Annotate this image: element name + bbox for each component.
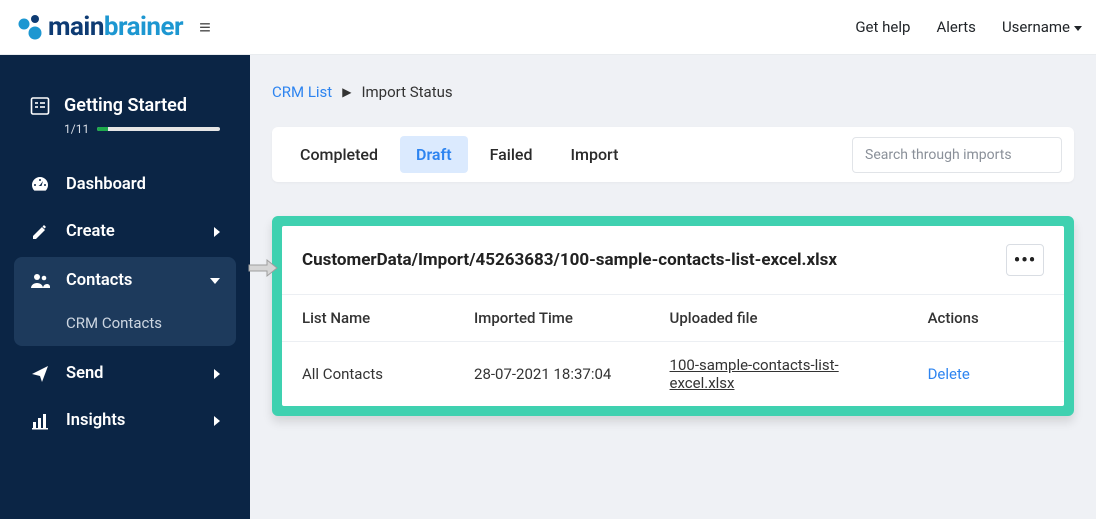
menu-toggle-icon[interactable]: ≡ bbox=[195, 13, 215, 42]
chevron-right-icon: ▶ bbox=[342, 85, 351, 99]
import-file-title: CustomerData/Import/45263683/100-sample-… bbox=[302, 250, 837, 270]
col-actions: Actions bbox=[908, 295, 1064, 342]
top-header: mainbrainer ≡ Get help Alerts Username bbox=[0, 0, 1096, 55]
tabs-bar: Completed Draft Failed Import Search thr… bbox=[272, 127, 1074, 182]
tab-failed[interactable]: Failed bbox=[474, 136, 549, 173]
username-label: Username bbox=[1002, 18, 1070, 36]
dashboard-icon bbox=[30, 174, 50, 194]
chevron-right-icon bbox=[214, 227, 220, 237]
arrow-pointer-icon bbox=[247, 256, 279, 280]
chevron-right-icon bbox=[214, 369, 220, 379]
sidebar-item-label: Insights bbox=[66, 411, 125, 430]
sidebar-group-contacts: Contacts CRM Contacts bbox=[14, 257, 236, 346]
logo-text-main: main bbox=[48, 12, 104, 42]
sidebar-item-send[interactable]: Send bbox=[0, 350, 250, 397]
col-list-name: List Name bbox=[282, 295, 454, 342]
chevron-down-icon bbox=[210, 278, 220, 284]
cell-list-name: All Contacts bbox=[282, 342, 454, 407]
breadcrumb-link-crm-list[interactable]: CRM List bbox=[272, 83, 332, 101]
logo-text-brainer: brainer bbox=[104, 12, 183, 42]
uploaded-file-link[interactable]: 100-sample-contacts-list-excel.xlsx bbox=[670, 356, 839, 392]
chevron-right-icon bbox=[214, 416, 220, 426]
delete-link[interactable]: Delete bbox=[928, 365, 970, 383]
import-file-header: CustomerData/Import/45263683/100-sample-… bbox=[282, 226, 1064, 295]
tab-draft[interactable]: Draft bbox=[400, 136, 468, 173]
sidebar-item-create[interactable]: Create bbox=[0, 208, 250, 255]
search-placeholder: Search through imports bbox=[865, 147, 1012, 163]
sidebar-item-label: Dashboard bbox=[66, 175, 146, 194]
get-help-link[interactable]: Get help bbox=[855, 18, 910, 36]
sidebar-item-insights[interactable]: Insights bbox=[0, 397, 250, 444]
getting-started-label: Getting Started bbox=[64, 95, 187, 116]
sidebar-item-label: Create bbox=[66, 222, 115, 241]
more-actions-button[interactable]: ••• bbox=[1006, 244, 1044, 276]
breadcrumb: CRM List ▶ Import Status bbox=[272, 83, 1074, 101]
username-dropdown[interactable]: Username bbox=[1002, 18, 1082, 36]
cell-imported-time: 28-07-2021 18:37:04 bbox=[454, 342, 650, 407]
checklist-icon bbox=[30, 96, 50, 116]
people-icon bbox=[30, 273, 50, 289]
search-input[interactable]: Search through imports bbox=[852, 137, 1062, 173]
sidebar-item-label: Send bbox=[66, 364, 103, 383]
progress-bar bbox=[97, 127, 220, 131]
sidebar-item-dashboard[interactable]: Dashboard bbox=[0, 160, 250, 208]
logo-dots-icon bbox=[14, 14, 42, 40]
header-right: Get help Alerts Username bbox=[855, 18, 1082, 36]
getting-started-progress-text: 1/11 bbox=[64, 122, 89, 136]
sidebar-subitem-crm-contacts[interactable]: CRM Contacts bbox=[14, 304, 236, 346]
chevron-down-icon bbox=[1074, 26, 1082, 31]
header-left: mainbrainer ≡ bbox=[14, 12, 215, 42]
sidebar-getting-started[interactable]: Getting Started 1/11 bbox=[0, 95, 250, 160]
sidebar-item-contacts[interactable]: Contacts bbox=[14, 257, 236, 304]
pencil-icon bbox=[30, 223, 50, 241]
tab-completed[interactable]: Completed bbox=[284, 136, 394, 173]
sidebar-item-label: Contacts bbox=[66, 271, 132, 290]
col-imported-time: Imported Time bbox=[454, 295, 650, 342]
alerts-link[interactable]: Alerts bbox=[936, 18, 976, 36]
chart-icon bbox=[30, 412, 50, 430]
highlighted-panel: CustomerData/Import/45263683/100-sample-… bbox=[272, 216, 1074, 416]
sidebar: Getting Started 1/11 Dashboard bbox=[0, 55, 250, 519]
logo[interactable]: mainbrainer bbox=[14, 12, 183, 42]
tabs: Completed Draft Failed Import bbox=[284, 136, 634, 173]
breadcrumb-current: Import Status bbox=[361, 83, 452, 101]
tab-import[interactable]: Import bbox=[555, 136, 635, 173]
progress-bar-fill bbox=[97, 127, 108, 131]
main-content: CRM List ▶ Import Status Completed Draft… bbox=[250, 55, 1096, 519]
import-table: List Name Imported Time Uploaded file Ac… bbox=[282, 295, 1064, 406]
paper-plane-icon bbox=[30, 365, 50, 383]
col-uploaded-file: Uploaded file bbox=[650, 295, 908, 342]
table-row: All Contacts 28-07-2021 18:37:04 100-sam… bbox=[282, 342, 1064, 407]
